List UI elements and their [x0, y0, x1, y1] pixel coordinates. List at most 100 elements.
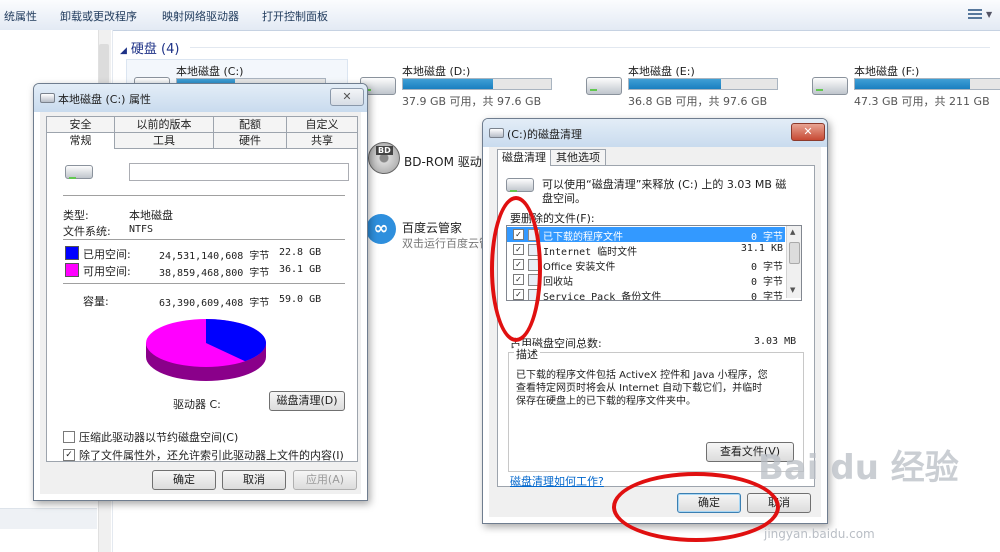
tab-security[interactable]: 安全	[46, 116, 115, 133]
hard-disk-group-header[interactable]: ◢ 硬盘 (4)	[120, 38, 179, 57]
toolbar-uninstall-program[interactable]: 卸载或更改程序	[60, 8, 137, 24]
drive-title-icon	[489, 128, 504, 138]
list-item[interactable]: ✓ Service Pack 备份文件 0 字节	[507, 287, 785, 301]
disk-cleanup-button[interactable]: 磁盘清理(D)	[269, 391, 345, 411]
apply-button[interactable]: 应用(A)	[293, 470, 357, 490]
ok-button[interactable]: 确定	[152, 470, 216, 490]
item-size: 0 字节	[750, 277, 783, 288]
explorer-toolbar: 统属性 卸载或更改程序 映射网络驱动器 打开控制面板 ▼	[0, 0, 1000, 31]
file-system-value: NTFS	[129, 224, 154, 235]
tab-sharing[interactable]: 共享	[286, 132, 358, 149]
compress-checkbox[interactable]	[63, 431, 75, 443]
capacity-bytes: 63,390,609,408 字节	[159, 298, 270, 309]
drive-label-input[interactable]	[129, 163, 349, 181]
how-cleanup-works-link[interactable]: 磁盘清理如何工作?	[510, 473, 604, 489]
free-space-swatch	[65, 263, 79, 277]
red-annotation-ellipse	[612, 472, 780, 542]
item-name: Office 安装文件	[543, 262, 616, 273]
file-system-label: 文件系统:	[63, 225, 111, 238]
type-value: 本地磁盘	[129, 209, 173, 222]
drive-usage-bar	[402, 78, 552, 90]
cleanup-intro-line2: 盘空间。	[542, 192, 586, 205]
tab-disk-cleanup[interactable]: 磁盘清理	[497, 149, 551, 166]
navigation-bottom-strip	[0, 508, 97, 529]
drive-name: 本地磁盘 (D:)	[402, 65, 471, 78]
general-tab-panel: 类型: 本地磁盘 文件系统: NTFS 已用空间: 24,531,140,608…	[46, 148, 358, 462]
cleanup-tab-panel: 可以使用“磁盘清理”来释放 (C:) 上的 3.03 MB 磁 盘空间。 要删除…	[497, 165, 815, 489]
free-space-bytes: 38,859,468,800 字节	[159, 268, 270, 279]
red-annotation-ellipse	[490, 196, 542, 342]
scroll-down-icon[interactable]: ▼	[790, 286, 795, 294]
files-list-scrollbar[interactable]: ▲ ▼	[786, 226, 801, 298]
list-item[interactable]: ✓ 已下载的程序文件 0 字节	[507, 227, 785, 243]
item-size: 0 字节	[750, 292, 783, 301]
bd-badge: BD	[376, 146, 393, 155]
group-divider	[190, 47, 990, 48]
tab-more-options[interactable]: 其他选项	[550, 149, 606, 166]
files-to-delete-list[interactable]: ✓ 已下载的程序文件 0 字节 ✓ Internet 临时文件 31.1 KB ✓ …	[506, 225, 802, 301]
drive-properties-dialog: 本地磁盘 (C:) 属性 ✕ 安全 以前的版本 配额 自定义 常规 工具 硬件 …	[33, 83, 368, 501]
compress-label: 压缩此驱动器以节约磁盘空间(C)	[79, 431, 239, 444]
used-space-label: 已用空间:	[83, 248, 131, 261]
toolbar-system-properties[interactable]: 统属性	[4, 8, 37, 24]
divider	[63, 239, 345, 240]
scroll-up-icon[interactable]: ▲	[790, 228, 795, 236]
tab-general[interactable]: 常规	[46, 132, 115, 149]
tab-tools[interactable]: 工具	[114, 132, 214, 149]
collapse-arrow-icon[interactable]: ◢	[120, 46, 127, 56]
hard-drive-icon	[586, 77, 622, 95]
cleanup-titlebar[interactable]: (C:)的磁盘清理 ✕	[483, 119, 827, 147]
drive-usage-bar	[628, 78, 778, 90]
baidu-watermark: Bai du 经验	[758, 448, 959, 488]
view-options-icon[interactable]	[968, 7, 982, 21]
drive-usage-fill	[629, 79, 721, 89]
drive-letter-label: 驱动器 C:	[173, 398, 221, 411]
list-item[interactable]: ✓ 回收站 0 字节	[507, 272, 785, 288]
tab-quota[interactable]: 配额	[213, 116, 287, 133]
properties-title: 本地磁盘 (C:) 属性	[58, 93, 151, 106]
drive-name: 本地磁盘 (F:)	[854, 65, 920, 78]
hard-drive-icon	[812, 77, 848, 95]
bd-rom-disc-icon[interactable]: BD	[368, 142, 400, 174]
item-name: Internet 临时文件	[543, 247, 638, 258]
scrollbar-thumb[interactable]	[789, 242, 800, 264]
capacity-gb: 59.0 GB	[279, 294, 322, 305]
cleanup-title: (C:)的磁盘清理	[507, 128, 582, 141]
item-name: 回收站	[543, 277, 573, 288]
navigation-scrollbar-thumb[interactable]	[99, 44, 109, 84]
tab-hardware[interactable]: 硬件	[213, 132, 287, 149]
item-size: 31.1 KB	[740, 243, 783, 254]
drive-usage-fill	[403, 79, 494, 89]
group-title: 硬盘 (4)	[130, 42, 180, 57]
disk-usage-pie-chart	[146, 319, 266, 381]
item-size: 0 字节	[750, 232, 783, 243]
drive-usage-bar	[854, 78, 1000, 90]
drive-usage-fill	[855, 79, 971, 89]
cancel-button[interactable]: 取消	[222, 470, 286, 490]
item-name: 已下载的程序文件	[543, 232, 623, 243]
baidu-cloud-name[interactable]: 百度云管家	[402, 219, 462, 236]
toolbar-open-control-panel[interactable]: 打开控制面板	[262, 8, 328, 24]
drive-space-info: 36.8 GB 可用，共 97.6 GB	[628, 95, 768, 108]
hard-drive-icon	[506, 178, 534, 192]
close-icon[interactable]: ✕	[330, 88, 364, 106]
drive-name: 本地磁盘 (E:)	[628, 65, 695, 78]
index-label: 除了文件属性外，还允许索引此驱动器上文件的内容(I)	[79, 449, 344, 462]
bd-rom-drive-label[interactable]: BD-ROM 驱动器	[404, 153, 494, 170]
used-space-swatch	[65, 246, 79, 260]
baidu-cloud-icon[interactable]: ∞	[366, 214, 396, 244]
tab-customize[interactable]: 自定义	[286, 116, 358, 133]
baidu-cloud-description: 双击运行百度云管	[402, 237, 490, 250]
index-checkbox[interactable]: ✓	[63, 449, 75, 461]
chevron-down-icon[interactable]: ▼	[986, 10, 992, 19]
list-item[interactable]: ✓ Internet 临时文件 31.1 KB	[507, 242, 785, 258]
close-icon[interactable]: ✕	[791, 123, 825, 141]
capacity-label: 容量:	[83, 295, 109, 308]
item-size: 0 字节	[750, 262, 783, 273]
list-item[interactable]: ✓ Office 安装文件 0 字节	[507, 257, 785, 273]
toolbar-map-network-drive[interactable]: 映射网络驱动器	[162, 8, 239, 24]
properties-titlebar[interactable]: 本地磁盘 (C:) 属性 ✕	[34, 84, 367, 112]
free-space-label: 可用空间:	[83, 265, 131, 278]
free-space-gb: 36.1 GB	[279, 264, 322, 275]
tab-previous-versions[interactable]: 以前的版本	[114, 116, 214, 133]
